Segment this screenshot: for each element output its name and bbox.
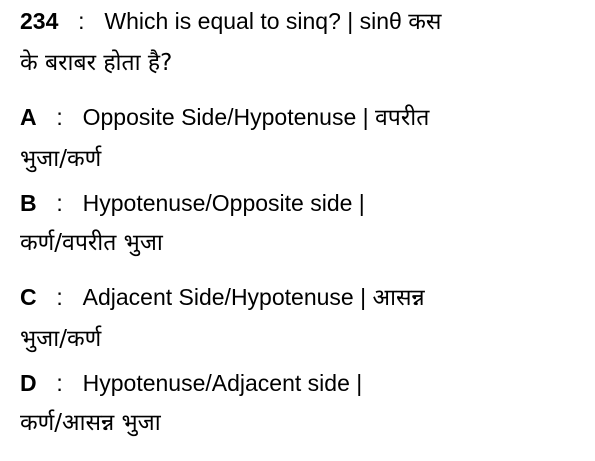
option-a-separator: : [56,104,63,130]
option-a-line-1: A: Opposite Side/Hypotenuse | वपरीत [20,106,429,129]
question-number: 234 [20,8,59,34]
option-c-letter: C [20,284,37,310]
option-c-text-1: Adjacent Side/Hypotenuse | आसन्न [82,284,425,310]
option-a-text-1: Opposite Side/Hypotenuse | वपरीत [82,104,430,130]
question-line-1: 234: Which is equal to sinq? | sinθ कस [20,10,441,33]
option-b-letter: B [20,190,37,216]
question-text-line-1: Which is equal to sinq? | sinθ कस [104,8,442,34]
option-b-text-2: कर्ण/वपरीत भुजा [20,230,163,256]
option-d-separator: : [56,370,63,396]
option-c-separator: : [56,284,63,310]
option-a-text-2: भुजा/कर्ण [20,146,102,172]
option-c-text-2: भुजा/कर्ण [20,326,102,352]
option-a-letter: A [20,104,37,130]
option-d-line-1: D: Hypotenuse/Adjacent side | [20,372,362,395]
option-c-line-1: C: Adjacent Side/Hypotenuse | आसन्न [20,286,425,309]
option-b-separator: : [56,190,63,216]
question-separator: : [78,8,85,34]
option-b-line-1: B: Hypotenuse/Opposite side | [20,192,365,215]
question-text-line-2: के बराबर होता है? [20,50,173,76]
option-d-text-2: कर्ण/आसन्न भुजा [20,410,161,436]
option-d-letter: D [20,370,37,396]
option-d-text-1: Hypotenuse/Adjacent side | [82,370,363,396]
option-b-text-1: Hypotenuse/Opposite side | [82,190,365,216]
